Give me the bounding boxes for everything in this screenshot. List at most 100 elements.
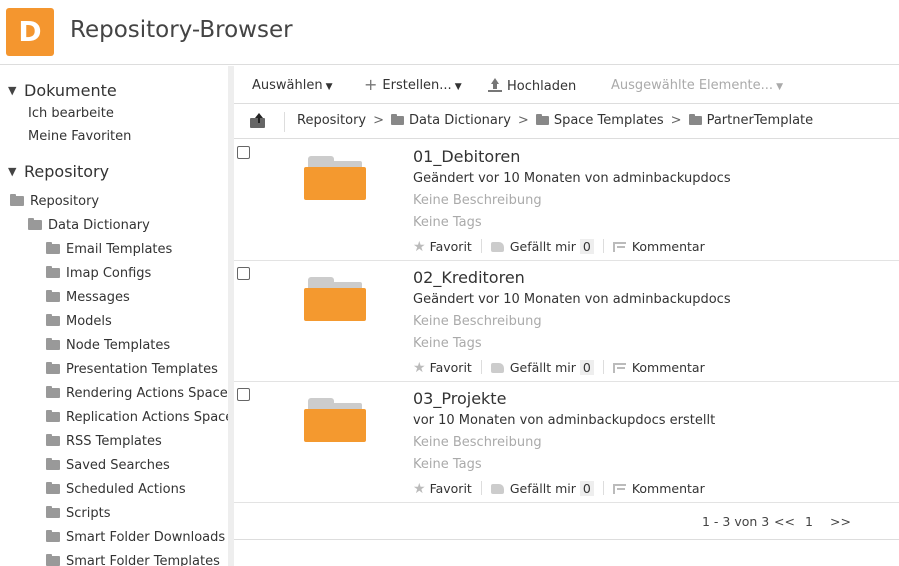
next-page-link[interactable]: >>	[830, 514, 851, 529]
item-title-link[interactable]: 02_Kreditoren	[413, 268, 525, 287]
tree-label: Presentation Templates	[66, 362, 218, 377]
tree-item-folder[interactable]: Imap Configs	[46, 266, 151, 281]
tree-item-repository[interactable]: Repository	[10, 194, 99, 209]
comment-button[interactable]: Kommentar	[612, 360, 705, 375]
create-menu-button[interactable]: + Erstellen... ▼	[364, 75, 462, 94]
folder-icon	[10, 194, 24, 206]
like-button[interactable]: Gefällt mir 0	[490, 239, 594, 254]
like-count: 0	[579, 481, 594, 496]
page-number-current[interactable]: 1	[805, 514, 813, 529]
like-count: 0	[579, 360, 594, 375]
tree-item-folder[interactable]: Scripts	[46, 506, 110, 521]
comment-label: Kommentar	[631, 481, 705, 496]
tree-item-folder[interactable]: RSS Templates	[46, 434, 162, 449]
item-description: Keine Beschreibung	[413, 314, 542, 329]
tree-label: Rendering Actions Space	[66, 386, 228, 401]
divider	[602, 239, 604, 253]
collapse-triangle-icon: ▼	[8, 84, 17, 97]
list-item: 02_Kreditoren Geändert vor 10 Monaten vo…	[234, 261, 899, 382]
upload-label: Hochladen	[507, 79, 577, 94]
breadcrumb-item[interactable]: Repository	[297, 113, 366, 128]
like-count: 0	[579, 239, 594, 254]
tree-item-folder[interactable]: Saved Searches	[46, 458, 170, 473]
comment-label: Kommentar	[631, 239, 705, 254]
upload-icon	[488, 78, 502, 92]
tree-item-folder[interactable]: Smart Folder Templates	[46, 554, 220, 566]
item-actions: ★ Favorit Gefällt mir 0 Kommentar	[413, 360, 705, 376]
tree-item-folder[interactable]: Node Templates	[46, 338, 170, 353]
comment-button[interactable]: Kommentar	[612, 239, 705, 254]
folder-icon	[46, 338, 60, 350]
item-description: Keine Beschreibung	[413, 435, 542, 450]
tree-label: RSS Templates	[66, 434, 162, 449]
thumbs-up-icon	[490, 363, 504, 373]
sidebar-item-ich-bearbeite[interactable]: Ich bearbeite	[28, 106, 114, 121]
folder-up-icon[interactable]	[250, 113, 266, 129]
folder-icon	[46, 242, 60, 254]
tree-item-folder[interactable]: Presentation Templates	[46, 362, 218, 377]
breadcrumb-item[interactable]: Data Dictionary	[409, 113, 511, 128]
folder-icon[interactable]	[304, 277, 366, 323]
tree-item-data-dictionary[interactable]: Data Dictionary	[28, 218, 150, 233]
star-icon: ★	[413, 239, 426, 255]
plus-icon: +	[364, 75, 378, 94]
tree-label: Messages	[66, 290, 130, 305]
divider	[284, 112, 285, 132]
folder-icon	[46, 266, 60, 278]
like-button[interactable]: Gefällt mir 0	[490, 360, 594, 375]
item-tags: Keine Tags	[413, 336, 482, 351]
item-title-link[interactable]: 03_Projekte	[413, 389, 506, 408]
select-label: Auswählen	[252, 78, 323, 93]
breadcrumb-item[interactable]: PartnerTemplate	[707, 113, 814, 128]
favorite-button[interactable]: ★ Favorit	[413, 481, 472, 497]
folder-icon	[46, 434, 60, 446]
pagination: 1 - 3 von 3 << 1 >>	[234, 502, 899, 540]
folder-icon	[46, 410, 60, 422]
tree-label: Replication Actions Space	[66, 410, 228, 425]
breadcrumb-item[interactable]: Space Templates	[554, 113, 664, 128]
item-title-link[interactable]: 01_Debitoren	[413, 147, 520, 166]
tree-item-folder[interactable]: Replication Actions Space	[46, 410, 228, 425]
list-item: 01_Debitoren Geändert vor 10 Monaten von…	[234, 140, 899, 261]
tree-item-folder[interactable]: Email Templates	[46, 242, 172, 257]
tree-item-folder[interactable]: Smart Folder Downloads	[46, 530, 225, 545]
select-menu-button[interactable]: Auswählen ▼	[252, 78, 333, 93]
favorite-label: Favorit	[429, 239, 472, 254]
section-label: Dokumente	[24, 81, 117, 100]
select-checkbox[interactable]	[237, 388, 250, 401]
page-title: Repository-Browser	[70, 17, 293, 43]
divider	[480, 239, 482, 253]
section-dokumente[interactable]: ▼ Dokumente	[8, 81, 117, 100]
prev-page-link[interactable]: <<	[774, 514, 795, 529]
select-checkbox[interactable]	[237, 267, 250, 280]
section-repository[interactable]: ▼ Repository	[8, 162, 109, 181]
tree-label: Imap Configs	[66, 266, 152, 281]
breadcrumb-bar: Repository > Data Dictionary > Space Templat…	[234, 104, 899, 139]
comment-icon	[612, 484, 626, 494]
tree-item-folder[interactable]: Scheduled Actions	[46, 482, 186, 497]
tree-item-folder[interactable]: Messages	[46, 290, 130, 305]
folder-icon[interactable]	[304, 156, 366, 202]
like-label: Gefällt mir	[509, 481, 576, 496]
folder-icon[interactable]	[304, 398, 366, 444]
comment-button[interactable]: Kommentar	[612, 481, 705, 496]
caret-down-icon: ▼	[325, 82, 333, 92]
upload-button[interactable]: Hochladen	[488, 78, 576, 94]
sidebar: ▼ Dokumente Ich bearbeite Meine Favoriten…	[0, 66, 228, 566]
tree-item-folder[interactable]: Models	[46, 314, 112, 329]
favorite-button[interactable]: ★ Favorit	[413, 239, 472, 255]
like-label: Gefällt mir	[509, 360, 576, 375]
item-actions: ★ Favorit Gefällt mir 0 Kommentar	[413, 239, 705, 255]
favorite-button[interactable]: ★ Favorit	[413, 360, 472, 376]
tree-label: Scheduled Actions	[66, 482, 186, 497]
tree-item-folder[interactable]: Rendering Actions Space	[46, 386, 228, 401]
collapse-triangle-icon: ▼	[8, 165, 17, 178]
create-label: Erstellen...	[382, 78, 452, 93]
like-button[interactable]: Gefällt mir 0	[490, 481, 594, 496]
selected-items-menu-button[interactable]: Ausgewählte Elemente... ▼	[611, 78, 783, 93]
sidebar-item-meine-favoriten[interactable]: Meine Favoriten	[28, 129, 131, 144]
folder-icon	[535, 114, 549, 125]
folder-icon	[46, 458, 60, 470]
caret-down-icon: ▼	[776, 82, 783, 92]
select-checkbox[interactable]	[237, 146, 250, 159]
